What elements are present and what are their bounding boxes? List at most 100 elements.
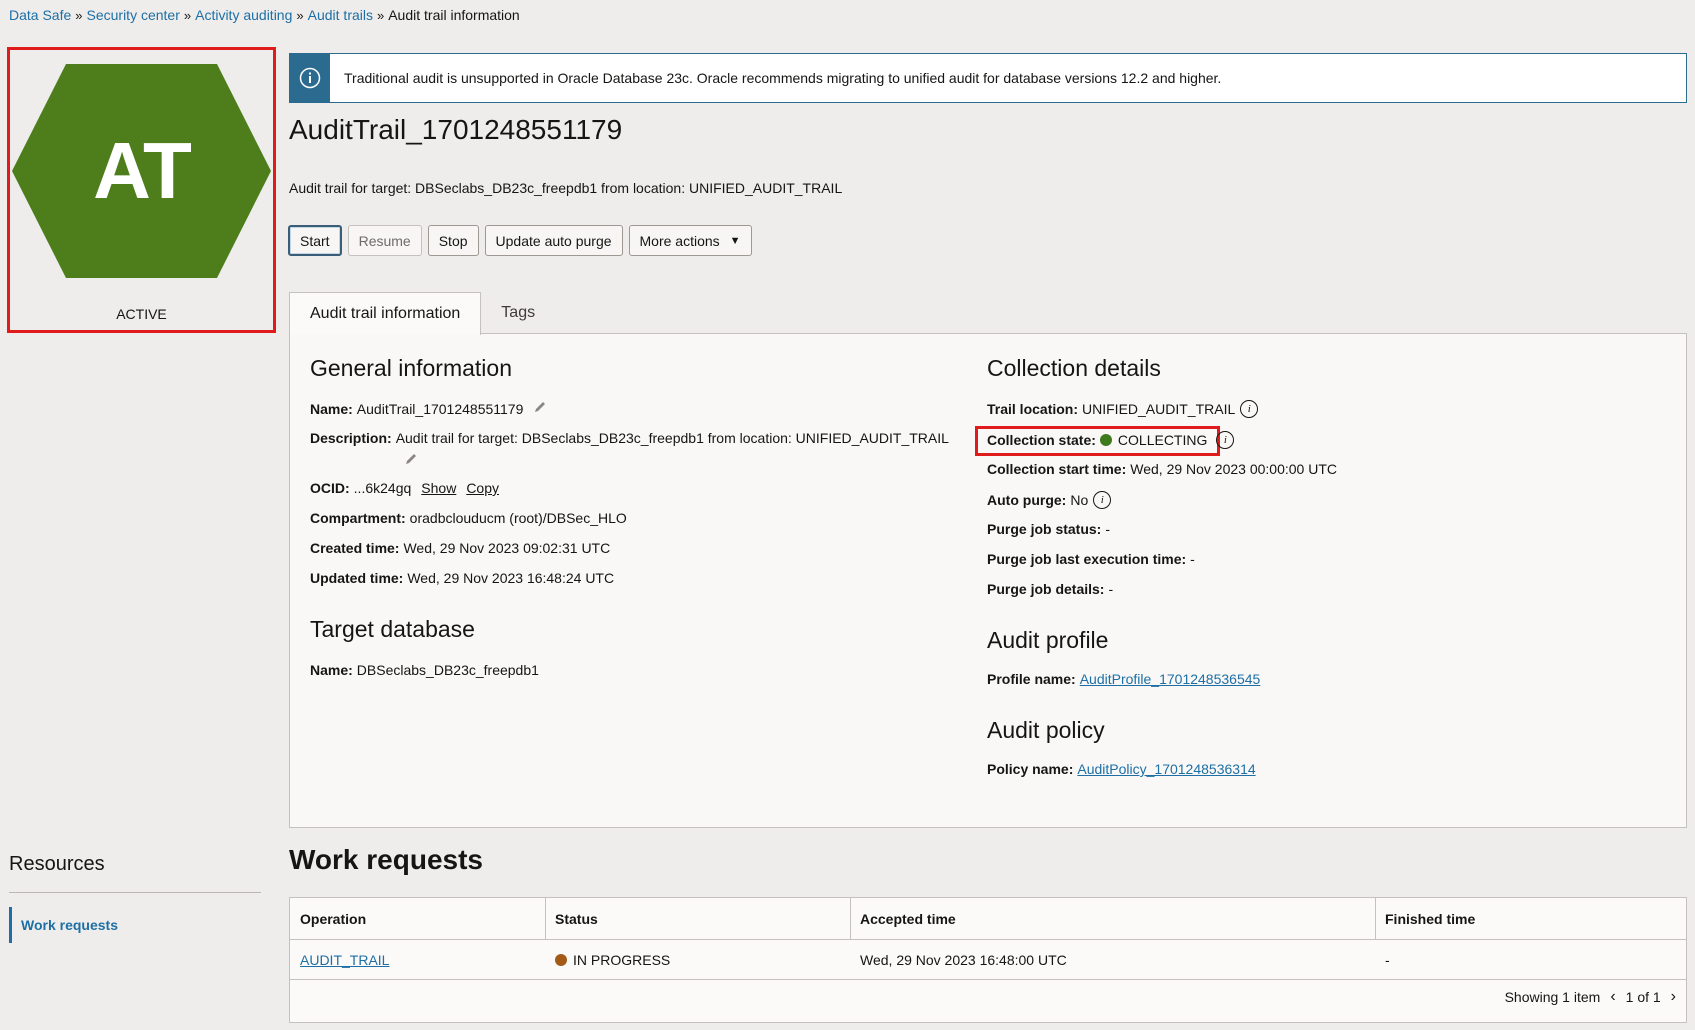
- resource-badge: AT ACTIVE: [7, 47, 276, 333]
- general-ocid-row: OCID: ...6k24gq Show Copy: [310, 480, 499, 496]
- profile-name-label: Profile name:: [987, 671, 1076, 687]
- ocid-show-link[interactable]: Show: [421, 480, 456, 496]
- info-icon[interactable]: i: [1216, 431, 1235, 449]
- profile-name-row: Profile name: AuditProfile_1701248536545: [987, 671, 1260, 687]
- table-footer: Showing 1 item ‹ 1 of 1 ›: [1505, 988, 1676, 1006]
- breadcrumb-current: Audit trail information: [388, 7, 520, 23]
- breadcrumb-separator: »: [296, 7, 304, 23]
- general-updated-row: Updated time: Wed, 29 Nov 2023 16:48:24 …: [310, 570, 614, 586]
- operation-cell: AUDIT_TRAIL: [290, 940, 545, 980]
- purge-status-row: Purge job status: -: [987, 521, 1110, 537]
- target-database-title: Target database: [310, 616, 475, 642]
- breadcrumb-audit-trails[interactable]: Audit trails: [308, 7, 373, 23]
- profile-name-link[interactable]: AuditProfile_1701248536545: [1080, 671, 1261, 687]
- collection-start-label: Collection start time:: [987, 461, 1127, 477]
- name-label: Name:: [310, 400, 353, 417]
- updated-time-label: Updated time:: [310, 570, 404, 586]
- status-dot-icon: [1099, 434, 1112, 446]
- resources-divider: [9, 892, 261, 893]
- auto-purge-label: Auto purge:: [987, 492, 1067, 508]
- target-name-label: Name:: [310, 662, 353, 678]
- collection-state-label: Collection state:: [987, 432, 1096, 448]
- finished-time-cell: -: [1385, 952, 1390, 968]
- audit-profile-title: Audit profile: [987, 627, 1109, 653]
- status-value: IN PROGRESS: [573, 952, 671, 968]
- purge-last-value: -: [1190, 551, 1195, 567]
- collection-state-value: COLLECTING: [1117, 432, 1208, 448]
- column-header-accepted-time[interactable]: Accepted time: [850, 898, 1375, 940]
- work-requests-table: Operation Status Accepted time Finished …: [289, 897, 1687, 1023]
- purge-status-value: -: [1105, 521, 1111, 537]
- collection-state-row: Collection state: COLLECTING i: [987, 431, 1235, 449]
- stop-button[interactable]: Stop: [427, 225, 479, 256]
- page-subtitle: Audit trail for target: DBSeclabs_DB23c_…: [289, 180, 843, 196]
- ocid-copy-link[interactable]: Copy: [466, 480, 499, 496]
- breadcrumb-separator: »: [183, 7, 192, 23]
- description-value: Audit trail for target: DBSeclabs_DB23c_…: [395, 430, 949, 446]
- action-toolbar: Start Resume Stop Update auto purge More…: [288, 225, 752, 256]
- operation-link[interactable]: AUDIT_TRAIL: [300, 952, 389, 968]
- general-created-row: Created time: Wed, 29 Nov 2023 09:02:31 …: [310, 540, 610, 556]
- purge-details-value: -: [1108, 581, 1114, 597]
- resume-button[interactable]: Resume: [347, 225, 422, 256]
- page-title: AuditTrail_1701248551179: [289, 114, 623, 145]
- auto-purge-value: No: [1070, 492, 1089, 508]
- breadcrumb-activity-auditing[interactable]: Activity auditing: [195, 7, 292, 23]
- policy-name-label: Policy name:: [987, 761, 1074, 777]
- info-icon[interactable]: i: [1093, 491, 1112, 509]
- details-panel: General information Name: AuditTrail_170…: [289, 333, 1687, 828]
- compartment-value: oradbclouducm (root)/DBSec_HLO: [409, 510, 627, 526]
- chevron-down-icon: ▼: [729, 234, 741, 247]
- purge-details-label: Purge job details:: [987, 581, 1105, 597]
- description-label: Description:: [310, 430, 392, 446]
- name-value: AuditTrail_1701248551179: [356, 400, 524, 417]
- start-button[interactable]: Start: [288, 225, 342, 256]
- purge-status-label: Purge job status:: [987, 521, 1102, 537]
- breadcrumb: Data Safe » Security center » Activity a…: [9, 7, 520, 23]
- chevron-right-icon[interactable]: ›: [1671, 988, 1676, 1006]
- ocid-value: ...6k24gq: [353, 480, 412, 496]
- general-description-row: Description: Audit trail for target: DBS…: [310, 430, 949, 446]
- breadcrumb-separator: »: [75, 7, 83, 23]
- info-icon[interactable]: i: [1240, 400, 1259, 418]
- compartment-label: Compartment:: [310, 510, 406, 526]
- created-time-label: Created time:: [310, 540, 400, 556]
- pencil-icon[interactable]: [533, 400, 547, 417]
- collection-start-row: Collection start time: Wed, 29 Nov 2023 …: [987, 461, 1337, 477]
- table-row: AUDIT_TRAIL IN PROGRESS Wed, 29 Nov 2023…: [290, 940, 1686, 980]
- status-cell: IN PROGRESS: [545, 940, 850, 980]
- auto-purge-row: Auto purge: No i: [987, 491, 1112, 509]
- hexagon-icon: AT: [10, 62, 273, 280]
- tab-tags[interactable]: Tags: [481, 292, 555, 334]
- badge-initials: AT: [93, 126, 192, 215]
- badge-status: ACTIVE: [116, 306, 167, 322]
- tab-audit-trail-information[interactable]: Audit trail information: [289, 292, 482, 335]
- trail-location-row: Trail location: UNIFIED_AUDIT_TRAIL i: [987, 400, 1259, 418]
- update-auto-purge-button[interactable]: Update auto purge: [484, 225, 623, 256]
- work-requests-title: Work requests: [289, 844, 483, 875]
- audit-policy-title: Audit policy: [987, 717, 1105, 743]
- general-information-title: General information: [310, 355, 512, 381]
- showing-count: Showing 1 item: [1504, 989, 1601, 1005]
- general-name-row: Name: AuditTrail_1701248551179: [310, 400, 547, 417]
- breadcrumb-security-center[interactable]: Security center: [87, 7, 180, 23]
- column-header-finished-time[interactable]: Finished time: [1375, 898, 1688, 940]
- resources-item-work-requests[interactable]: Work requests: [9, 907, 249, 943]
- tab-bar: Audit trail information Tags: [289, 292, 555, 335]
- trail-location-value: UNIFIED_AUDIT_TRAIL: [1082, 401, 1236, 417]
- pencil-icon[interactable]: [404, 452, 418, 469]
- status-dot-icon: [555, 954, 567, 966]
- table-header: Operation Status Accepted time Finished …: [290, 898, 1686, 940]
- resources-title: Resources: [9, 853, 105, 875]
- breadcrumb-data-safe[interactable]: Data Safe: [9, 7, 71, 23]
- purge-last-label: Purge job last execution time:: [987, 551, 1187, 567]
- column-header-status[interactable]: Status: [545, 898, 850, 940]
- column-header-operation[interactable]: Operation: [290, 898, 545, 940]
- chevron-left-icon[interactable]: ‹: [1610, 988, 1615, 1006]
- policy-name-row: Policy name: AuditPolicy_1701248536314: [987, 761, 1256, 777]
- breadcrumb-separator: »: [376, 7, 385, 23]
- trail-location-label: Trail location:: [987, 401, 1079, 417]
- more-actions-button[interactable]: More actions ▼: [628, 225, 752, 256]
- target-name-row: Name: DBSeclabs_DB23c_freepdb1: [310, 662, 539, 678]
- policy-name-link[interactable]: AuditPolicy_1701248536314: [1077, 761, 1255, 777]
